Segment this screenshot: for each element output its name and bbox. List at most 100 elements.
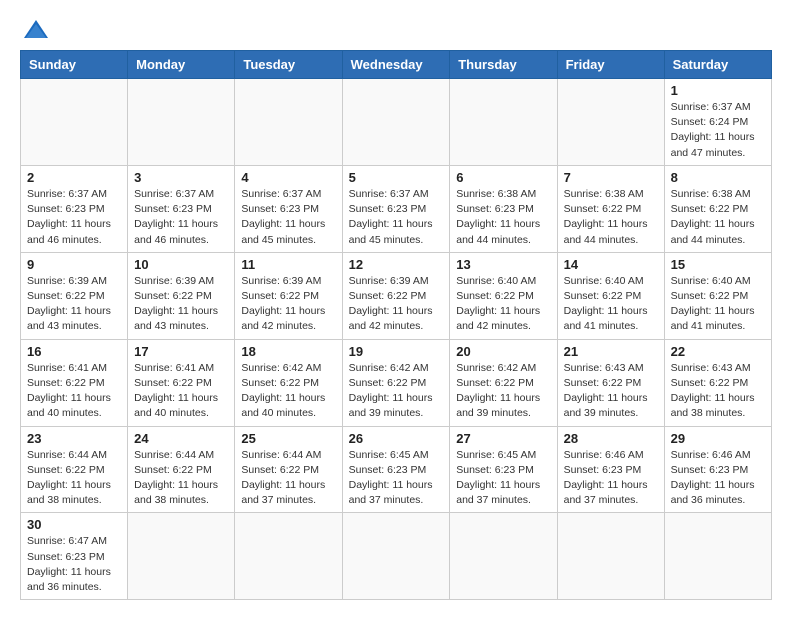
weekday-header: Monday	[128, 51, 235, 79]
calendar-day-cell	[557, 79, 664, 166]
day-number: 10	[134, 257, 228, 272]
calendar-day-cell	[21, 79, 128, 166]
day-info: Sunrise: 6:42 AMSunset: 6:22 PMDaylight:…	[241, 361, 335, 422]
day-number: 14	[564, 257, 658, 272]
day-info: Sunrise: 6:46 AMSunset: 6:23 PMDaylight:…	[564, 448, 658, 509]
day-number: 26	[349, 431, 444, 446]
calendar-day-cell	[557, 513, 664, 600]
calendar-day-cell: 29 Sunrise: 6:46 AMSunset: 6:23 PMDayligh…	[664, 426, 771, 513]
day-number: 22	[671, 344, 765, 359]
day-info: Sunrise: 6:45 AMSunset: 6:23 PMDaylight:…	[456, 448, 550, 509]
calendar-day-cell	[235, 513, 342, 600]
day-info: Sunrise: 6:41 AMSunset: 6:22 PMDaylight:…	[134, 361, 228, 422]
day-info: Sunrise: 6:44 AMSunset: 6:22 PMDaylight:…	[27, 448, 121, 509]
day-number: 27	[456, 431, 550, 446]
calendar-week-row: 16Sunrise: 6:41 AMSunset: 6:22 PMDayligh…	[21, 339, 772, 426]
calendar-day-cell: 3 Sunrise: 6:37 AMSunset: 6:23 PMDaylight…	[128, 165, 235, 252]
day-info: Sunrise: 6:42 AMSunset: 6:22 PMDaylight:…	[456, 361, 550, 422]
day-number: 3	[134, 170, 228, 185]
day-info: Sunrise: 6:39 AMSunset: 6:22 PMDaylight:…	[241, 274, 335, 335]
calendar-day-cell	[450, 79, 557, 166]
calendar-day-cell: 10 Sunrise: 6:39 AMSunset: 6:22 PMDayligh…	[128, 252, 235, 339]
day-number: 30	[27, 517, 121, 532]
day-info: Sunrise: 6:39 AMSunset: 6:22 PMDaylight:…	[27, 274, 121, 335]
calendar-day-cell: 4Sunrise: 6:37 AMSunset: 6:23 PMDaylight…	[235, 165, 342, 252]
day-info: Sunrise: 6:37 AMSunset: 6:23 PMDaylight:…	[27, 187, 121, 248]
day-info: Sunrise: 6:39 AMSunset: 6:22 PMDaylight:…	[349, 274, 444, 335]
day-number: 9	[27, 257, 121, 272]
calendar-day-cell: 23 Sunrise: 6:44 AMSunset: 6:22 PMDayligh…	[21, 426, 128, 513]
day-info: Sunrise: 6:39 AMSunset: 6:22 PMDaylight:…	[134, 274, 228, 335]
page-header	[20, 20, 772, 40]
day-number: 12	[349, 257, 444, 272]
calendar-day-cell: 18 Sunrise: 6:42 AMSunset: 6:22 PMDayligh…	[235, 339, 342, 426]
calendar-table: SundayMondayTuesdayWednesdayThursdayFrid…	[20, 50, 772, 600]
calendar-day-cell: 8Sunrise: 6:38 AMSunset: 6:22 PMDaylight…	[664, 165, 771, 252]
day-info: Sunrise: 6:44 AMSunset: 6:22 PMDaylight:…	[241, 448, 335, 509]
calendar-day-cell: 24 Sunrise: 6:44 AMSunset: 6:22 PMDayligh…	[128, 426, 235, 513]
day-info: Sunrise: 6:37 AMSunset: 6:24 PMDaylight:…	[671, 100, 765, 161]
day-number: 20	[456, 344, 550, 359]
calendar-day-cell	[235, 79, 342, 166]
calendar-day-cell: 26 Sunrise: 6:45 AMSunset: 6:23 PMDayligh…	[342, 426, 450, 513]
day-number: 5	[349, 170, 444, 185]
calendar-week-row: 9 Sunrise: 6:39 AMSunset: 6:22 PMDaylight…	[21, 252, 772, 339]
day-info: Sunrise: 6:43 AMSunset: 6:22 PMDaylight:…	[564, 361, 658, 422]
calendar-day-cell	[128, 79, 235, 166]
calendar-day-cell: 21 Sunrise: 6:43 AMSunset: 6:22 PMDayligh…	[557, 339, 664, 426]
calendar-day-cell: 7Sunrise: 6:38 AMSunset: 6:22 PMDaylight…	[557, 165, 664, 252]
calendar-day-cell	[450, 513, 557, 600]
day-number: 23	[27, 431, 121, 446]
day-info: Sunrise: 6:38 AMSunset: 6:22 PMDaylight:…	[564, 187, 658, 248]
calendar-day-cell: 19Sunrise: 6:42 AMSunset: 6:22 PMDayligh…	[342, 339, 450, 426]
calendar-day-cell	[128, 513, 235, 600]
day-info: Sunrise: 6:37 AMSunset: 6:23 PMDaylight:…	[134, 187, 228, 248]
day-number: 21	[564, 344, 658, 359]
weekday-header: Tuesday	[235, 51, 342, 79]
calendar-week-row: 30 Sunrise: 6:47 AMSunset: 6:23 PMDayligh…	[21, 513, 772, 600]
day-info: Sunrise: 6:45 AMSunset: 6:23 PMDaylight:…	[349, 448, 444, 509]
calendar-week-row: 23 Sunrise: 6:44 AMSunset: 6:22 PMDayligh…	[21, 426, 772, 513]
calendar-day-cell: 15Sunrise: 6:40 AMSunset: 6:22 PMDayligh…	[664, 252, 771, 339]
weekday-header: Wednesday	[342, 51, 450, 79]
logo-icon	[22, 18, 50, 40]
calendar-day-cell: 27 Sunrise: 6:45 AMSunset: 6:23 PMDayligh…	[450, 426, 557, 513]
day-info: Sunrise: 6:41 AMSunset: 6:22 PMDaylight:…	[27, 361, 121, 422]
calendar-day-cell: 28 Sunrise: 6:46 AMSunset: 6:23 PMDayligh…	[557, 426, 664, 513]
logo	[20, 20, 50, 40]
calendar-day-cell: 17 Sunrise: 6:41 AMSunset: 6:22 PMDayligh…	[128, 339, 235, 426]
day-info: Sunrise: 6:40 AMSunset: 6:22 PMDaylight:…	[564, 274, 658, 335]
day-number: 15	[671, 257, 765, 272]
calendar-day-cell: 22 Sunrise: 6:43 AMSunset: 6:22 PMDayligh…	[664, 339, 771, 426]
calendar-week-row: 2Sunrise: 6:37 AMSunset: 6:23 PMDaylight…	[21, 165, 772, 252]
day-info: Sunrise: 6:38 AMSunset: 6:23 PMDaylight:…	[456, 187, 550, 248]
day-number: 25	[241, 431, 335, 446]
calendar-day-cell: 16Sunrise: 6:41 AMSunset: 6:22 PMDayligh…	[21, 339, 128, 426]
calendar-day-cell: 11Sunrise: 6:39 AMSunset: 6:22 PMDayligh…	[235, 252, 342, 339]
calendar-day-cell: 14 Sunrise: 6:40 AMSunset: 6:22 PMDayligh…	[557, 252, 664, 339]
calendar-day-cell: 6 Sunrise: 6:38 AMSunset: 6:23 PMDaylight…	[450, 165, 557, 252]
day-number: 8	[671, 170, 765, 185]
day-info: Sunrise: 6:42 AMSunset: 6:22 PMDaylight:…	[349, 361, 444, 422]
weekday-header: Saturday	[664, 51, 771, 79]
day-number: 24	[134, 431, 228, 446]
day-number: 6	[456, 170, 550, 185]
weekday-header: Thursday	[450, 51, 557, 79]
day-number: 28	[564, 431, 658, 446]
day-number: 29	[671, 431, 765, 446]
calendar-day-cell: 25 Sunrise: 6:44 AMSunset: 6:22 PMDayligh…	[235, 426, 342, 513]
calendar-day-cell: 13Sunrise: 6:40 AMSunset: 6:22 PMDayligh…	[450, 252, 557, 339]
calendar-day-cell	[342, 513, 450, 600]
day-info: Sunrise: 6:37 AMSunset: 6:23 PMDaylight:…	[349, 187, 444, 248]
calendar-day-cell	[342, 79, 450, 166]
calendar-day-cell: 5 Sunrise: 6:37 AMSunset: 6:23 PMDaylight…	[342, 165, 450, 252]
day-info: Sunrise: 6:43 AMSunset: 6:22 PMDaylight:…	[671, 361, 765, 422]
day-info: Sunrise: 6:37 AMSunset: 6:23 PMDaylight:…	[241, 187, 335, 248]
day-number: 1	[671, 83, 765, 98]
day-info: Sunrise: 6:47 AMSunset: 6:23 PMDaylight:…	[27, 534, 121, 595]
calendar-day-cell	[664, 513, 771, 600]
day-info: Sunrise: 6:46 AMSunset: 6:23 PMDaylight:…	[671, 448, 765, 509]
day-number: 17	[134, 344, 228, 359]
day-info: Sunrise: 6:44 AMSunset: 6:22 PMDaylight:…	[134, 448, 228, 509]
day-number: 18	[241, 344, 335, 359]
